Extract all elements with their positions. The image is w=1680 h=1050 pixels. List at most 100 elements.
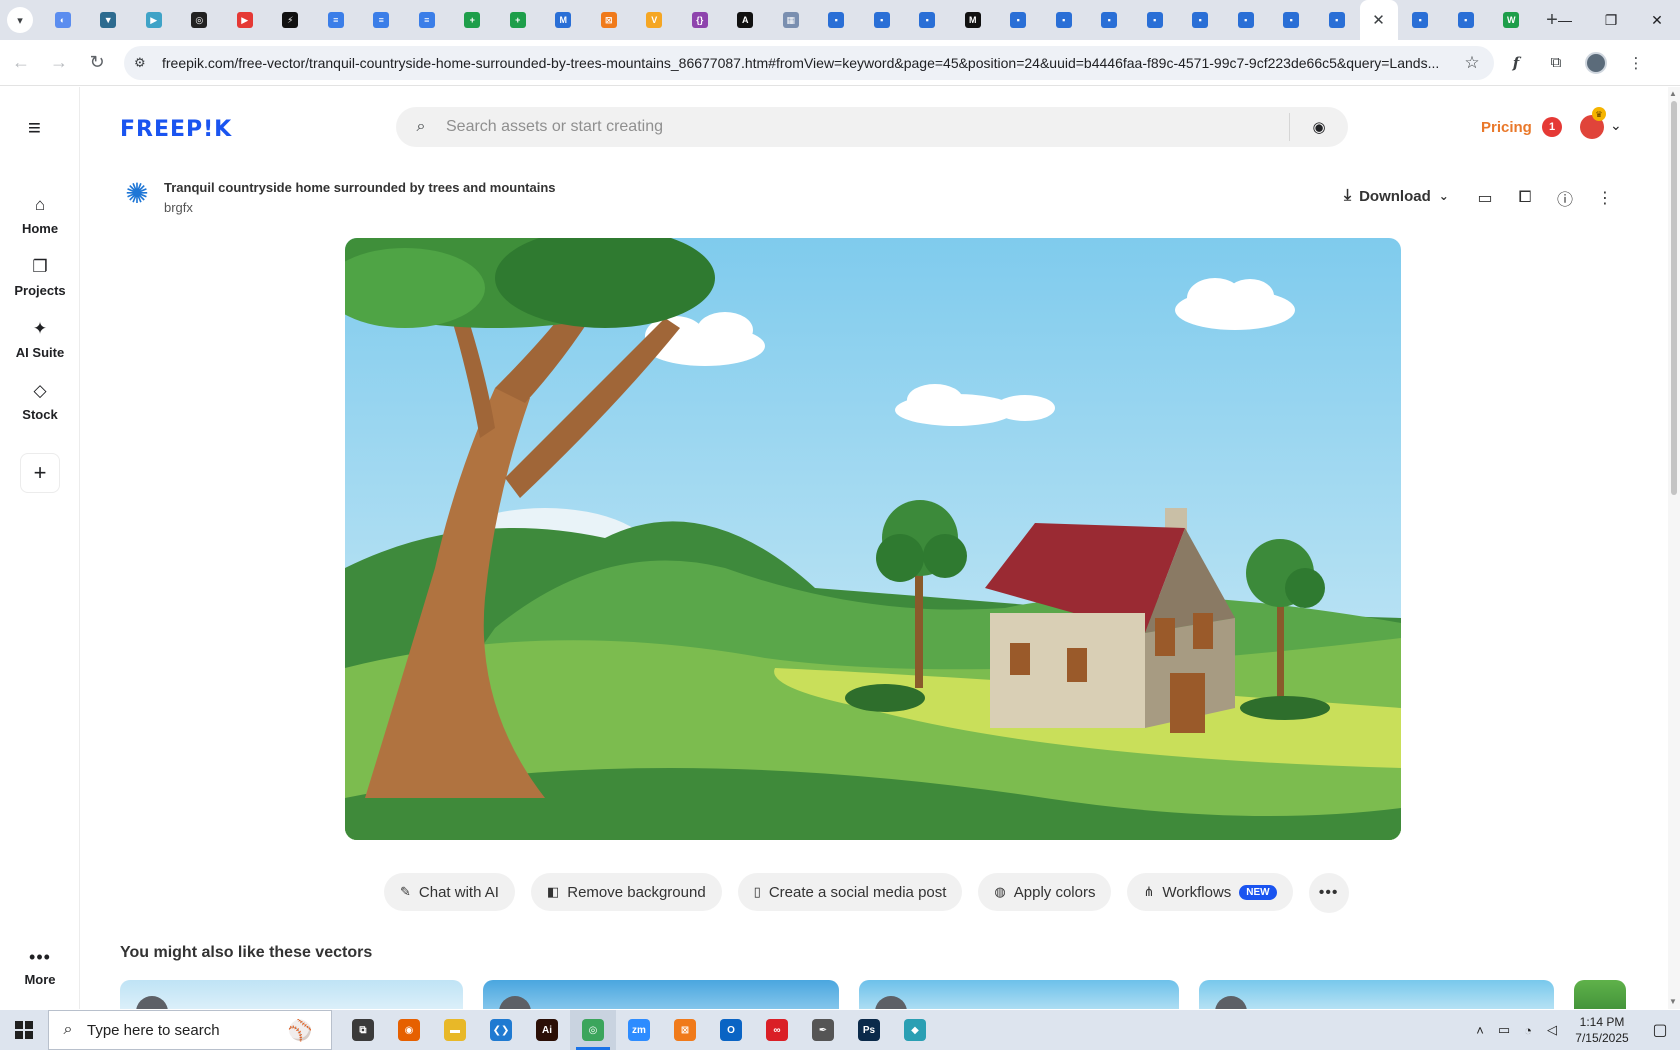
edit-image-icon[interactable]: ⧠ [1512,185,1538,211]
system-clock[interactable]: 1:14 PM 7/15/2025 [1564,1014,1640,1046]
taskbar-app-firefox[interactable]: ◉ [386,1010,432,1050]
chip-apply-colors[interactable]: ◍ Apply colors [978,873,1112,911]
page-scrollbar[interactable]: ▲ ▼ [1668,87,1680,1009]
chip-workflows[interactable]: ⋔ Workflows NEW [1127,873,1293,911]
volume-icon[interactable]: ◁ [1540,1022,1564,1038]
scroll-up-arrow-icon[interactable]: ▲ [1669,89,1677,98]
more-tools-button[interactable]: ••• [1308,873,1349,913]
freepik-logo[interactable]: FREEP!K [120,117,232,142]
hamburger-menu-icon[interactable]: ≡ [28,115,41,141]
tab-21[interactable]: M [950,0,996,40]
back-button[interactable]: ← [4,46,38,80]
browser-menu-icon[interactable]: ⋮ [1618,45,1654,81]
tab-5[interactable]: ▶ [222,0,268,40]
author-octopus-icon[interactable]: ✺ [120,177,154,211]
taskbar-app-outlook[interactable]: O [708,1010,754,1050]
tab-7[interactable]: ≡ [313,0,359,40]
pricing-link[interactable]: Pricing [1481,119,1532,136]
add-plus-button[interactable]: + [20,453,60,493]
tab-15[interactable]: {} [677,0,723,40]
site-settings-icon[interactable]: ⚙ [134,55,156,71]
restore-button[interactable]: ❐ [1588,0,1634,40]
tab-26[interactable]: ▪ [1178,0,1224,40]
taskbar-app-file-explorer[interactable]: ▬ [432,1010,478,1050]
tab-25[interactable]: ▪ [1132,0,1178,40]
related-thumbnail[interactable] [120,980,463,1009]
add-to-collection-icon[interactable]: ▭ [1472,185,1498,211]
start-button[interactable] [0,1010,48,1050]
sidebar-item-stock[interactable]: ◇ Stock [0,381,80,422]
tab-24[interactable]: ▪ [1087,0,1133,40]
chip-remove-background[interactable]: ◧ Remove background [530,873,722,911]
tab-11[interactable]: + [495,0,541,40]
taskbar-app-xampp[interactable]: ⊠ [662,1010,708,1050]
tray-chevron-icon[interactable]: ˄ [1468,1023,1492,1038]
tab-27[interactable]: ▪ [1223,0,1269,40]
profile-avatar[interactable] [1578,45,1614,81]
tab-29[interactable]: ▪ [1314,0,1360,40]
asset-author-link[interactable]: brgfx [164,200,193,215]
tab-1[interactable]: ◐ [40,0,86,40]
taskbar-app-zoom[interactable]: zm [616,1010,662,1050]
related-thumbnail[interactable] [1199,980,1554,1009]
extensions-puzzle-icon[interactable]: ⧉ [1538,45,1574,81]
tab-16[interactable]: A [723,0,769,40]
close-window-button[interactable]: ✕ [1634,0,1680,40]
taskbar-app-app-diamond[interactable]: ◆ [892,1010,938,1050]
tab-13[interactable]: ⊠ [586,0,632,40]
tab-9[interactable]: ≡ [404,0,450,40]
tab-31[interactable]: ▪ [1398,0,1444,40]
tab-8[interactable]: ≡ [359,0,405,40]
notification-badge[interactable]: 1 [1542,117,1562,137]
taskbar-app-task-view[interactable]: ⧉ [340,1010,386,1050]
tab-32[interactable]: ▪ [1443,0,1489,40]
tab-19[interactable]: ▪ [859,0,905,40]
network-icon[interactable]: ▭ [1492,1022,1516,1038]
download-button[interactable]: ⤓ Download ⌄ [1344,187,1449,205]
url-text[interactable]: freepik.com/free-vector/tranquil-country… [156,55,1460,71]
camera-search-icon[interactable]: ◉ [1290,118,1348,136]
taskbar-app-creative-cloud[interactable]: ∞ [754,1010,800,1050]
scrollbar-thumb[interactable] [1671,101,1677,495]
asset-preview-image[interactable] [345,238,1401,840]
address-bar[interactable]: ⚙ freepik.com/free-vector/tranquil-count… [124,45,1494,80]
tab-28[interactable]: ▪ [1269,0,1315,40]
tab-3[interactable]: ▶ [131,0,177,40]
related-thumbnail[interactable] [483,980,839,1009]
bookmark-star-icon[interactable]: ☆ [1460,53,1484,73]
tab-12[interactable]: M [541,0,587,40]
tab-18[interactable]: ▪ [814,0,860,40]
related-thumbnail[interactable] [1574,980,1626,1009]
tab-20[interactable]: ▪ [905,0,951,40]
sidebar-item-ai-suite[interactable]: ✦ AI Suite [0,319,80,360]
tab-22[interactable]: ▪ [996,0,1042,40]
extension-fx-icon[interactable]: f [1498,45,1534,81]
sidebar-item-more[interactable]: ••• More [0,947,80,987]
user-avatar[interactable]: ♛ [1580,107,1606,139]
more-options-icon[interactable]: ⋮ [1592,185,1618,211]
reload-button[interactable]: ↻ [80,46,114,80]
tab-14[interactable]: V [632,0,678,40]
notification-center-icon[interactable]: ▢ [1640,1020,1680,1040]
tab-search-button[interactable]: ▾ [0,0,40,40]
tab-10[interactable]: + [450,0,496,40]
chevron-down-icon[interactable]: ⌄ [1610,117,1622,134]
wifi-icon[interactable]: ◔ [1516,1023,1540,1038]
minimize-button[interactable]: — [1542,0,1588,40]
chip-create-a-social-media-post[interactable]: ▯ Create a social media post [737,873,963,911]
tab-4[interactable]: ◎ [177,0,223,40]
tab-active-freepik[interactable]: ✕ [1359,0,1398,40]
taskbar-app-illustrator[interactable]: Ai [524,1010,570,1050]
taskbar-app-vscode[interactable]: ❮❯ [478,1010,524,1050]
scroll-down-arrow-icon[interactable]: ▼ [1669,997,1677,1006]
forward-button[interactable]: → [42,46,76,80]
search-input[interactable] [446,107,1289,147]
tab-17[interactable]: ▦ [768,0,814,40]
tab-23[interactable]: ▪ [1041,0,1087,40]
close-tab-icon[interactable]: ✕ [1372,11,1385,29]
taskbar-app-chrome[interactable]: ◎ [570,1010,616,1050]
tab-6[interactable]: ⚡ [268,0,314,40]
taskbar-app-photoshop[interactable]: Ps [846,1010,892,1050]
taskbar-search[interactable]: ⌕ Type here to search ⚾ [48,1010,332,1050]
chip-chat-with-ai[interactable]: ✎ Chat with AI [384,873,515,911]
